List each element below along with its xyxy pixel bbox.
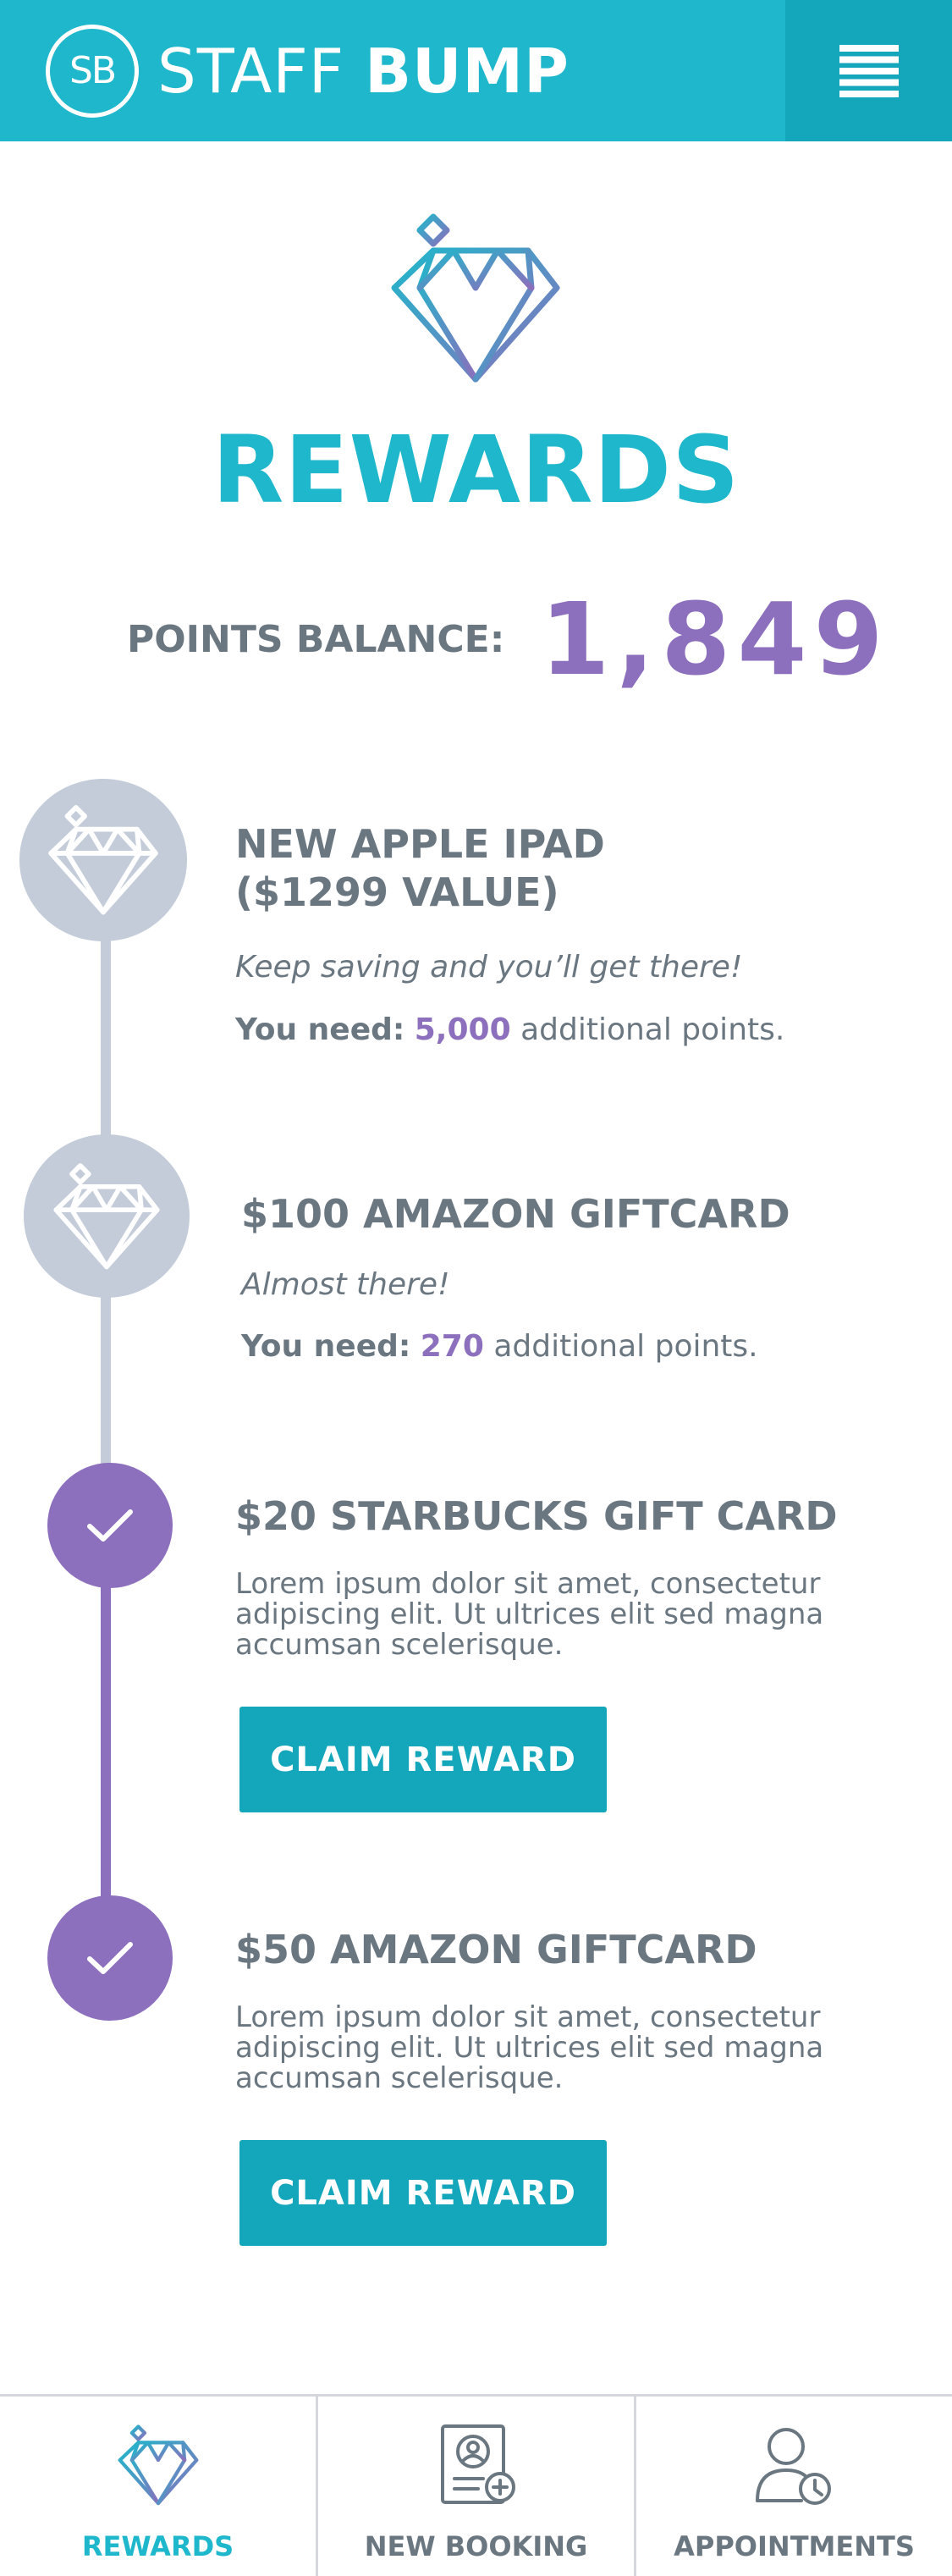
- reward-title: $20 STARBUCKS GIFT CARD: [235, 1493, 838, 1539]
- nav-item-appointments[interactable]: APPOINTMENTS: [634, 2397, 952, 2576]
- app-header: SB STAFF BUMP: [0, 0, 952, 141]
- checkmark-icon: [87, 1942, 133, 1974]
- logo-text: SB: [69, 49, 117, 92]
- diamond-icon: [53, 1162, 160, 1269]
- nav-label: REWARDS: [81, 2530, 234, 2562]
- diamond-icon: [48, 804, 158, 915]
- logo-badge: SB: [46, 24, 139, 118]
- nav-label: APPOINTMENTS: [674, 2530, 915, 2562]
- nav-label: NEW BOOKING: [364, 2530, 588, 2562]
- user-clock-icon: [748, 2419, 841, 2512]
- diamond-icon: [391, 213, 560, 383]
- claim-reward-button[interactable]: CLAIM REWARD: [239, 1707, 607, 1812]
- claim-reward-button[interactable]: CLAIM REWARD: [239, 2140, 607, 2246]
- brand-name-bold: BUMP: [365, 35, 570, 107]
- reward-title: $100 AMAZON GIFTCARD: [241, 1191, 790, 1237]
- need-suffix: additional points.: [493, 1329, 758, 1364]
- need-value: 270: [420, 1329, 484, 1364]
- timeline-connector: [101, 931, 111, 1143]
- reward-title: NEW APPLE IPAD ($1299 VALUE): [235, 820, 605, 917]
- menu-button[interactable]: [785, 0, 952, 141]
- reward-description: Lorem ipsum dolor sit amet, consectetur …: [235, 2000, 824, 2095]
- need-label: You need:: [241, 1329, 411, 1364]
- diamond-icon: [112, 2419, 205, 2512]
- timeline-connector: [101, 1583, 111, 1905]
- reward-points-needed: You need: 270 additional points.: [241, 1329, 758, 1364]
- add-booking-icon: [430, 2419, 523, 2512]
- reward-status-node-unlocked: [47, 1895, 173, 2021]
- nav-item-rewards[interactable]: REWARDS: [0, 2397, 316, 2576]
- need-label: You need:: [235, 1012, 405, 1047]
- page-title: REWARDS: [212, 416, 740, 524]
- checkmark-icon: [87, 1509, 133, 1542]
- points-balance-value: 1,849: [540, 581, 890, 698]
- brand-name: STAFF BUMP: [157, 41, 570, 102]
- reward-status-node-locked: [19, 779, 187, 941]
- reward-description: Lorem ipsum dolor sit amet, consectetur …: [235, 1567, 824, 1662]
- reward-note: Keep saving and you’ll get there!: [235, 950, 743, 985]
- need-suffix: additional points.: [520, 1012, 785, 1047]
- reward-points-needed: You need: 5,000 additional points.: [235, 1012, 784, 1047]
- nav-item-new-booking[interactable]: NEW BOOKING: [316, 2397, 634, 2576]
- timeline-connector: [101, 1295, 111, 1465]
- reward-status-node-locked: [24, 1134, 190, 1298]
- brand-logo[interactable]: SB STAFF BUMP: [46, 22, 570, 119]
- reward-title-line: NEW APPLE IPAD: [235, 821, 605, 867]
- points-balance: POINTS BALANCE: 1,849: [127, 580, 883, 698]
- reward-title: $50 AMAZON GIFTCARD: [235, 1927, 757, 1972]
- points-balance-label: POINTS BALANCE:: [127, 617, 505, 661]
- reward-status-node-unlocked: [47, 1463, 173, 1588]
- reward-note: Almost there!: [241, 1267, 450, 1302]
- reward-title-line: ($1299 VALUE): [235, 869, 559, 915]
- bottom-nav: REWARDS NEW BOOKING APPOINTMENTS: [0, 2394, 952, 2576]
- hamburger-menu-icon: [839, 44, 899, 97]
- need-value: 5,000: [414, 1012, 511, 1047]
- brand-name-thin: STAFF: [157, 35, 345, 107]
